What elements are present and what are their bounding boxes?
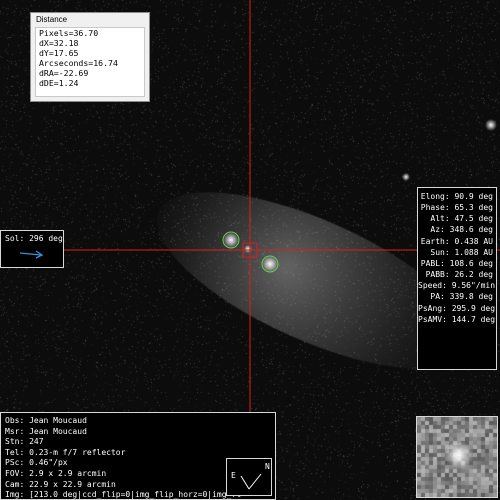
- ephemeris-psamv: PsAMV: 144.7 deg: [418, 314, 496, 324]
- sol-direction-panel: Sol: 296 deg: [0, 230, 64, 268]
- orientation-compass: E N: [226, 458, 272, 496]
- ephemeris-az: Az: 348.6 deg: [430, 225, 493, 235]
- compass-east-label: E: [231, 471, 236, 480]
- compass-north-label: N: [265, 462, 270, 471]
- telescope-line: Tel: 0.23-m f/7 reflector: [5, 447, 126, 457]
- observer-line: Obs: Jean Moucaud: [5, 416, 87, 425]
- ephemeris-elong: Elong: 90.9 deg: [420, 192, 493, 201]
- ephemeris-sun: Sun: 1.088 AU: [430, 247, 493, 257]
- distance-window-title: Distance: [36, 15, 68, 24]
- station-line: Stn: 247: [5, 437, 44, 447]
- ephemeris-earth: Earth: 0.438 AU: [420, 236, 493, 246]
- ephemeris-speed: Speed: 9.56"/min: [418, 281, 496, 291]
- measure-point-a-marker[interactable]: [222, 231, 240, 249]
- ephemeris-pabb: PABB: 26.2 deg: [425, 270, 493, 280]
- distance-window[interactable]: Distance Pixels=36.70 dX=32.18 dY=17.65 …: [30, 12, 150, 102]
- distance-readout: Pixels=36.70 dX=32.18 dY=17.65 Arcsecond…: [35, 27, 145, 97]
- distance-line-dde: dDE=1.24: [39, 77, 79, 88]
- ephemeris-pabl: PABL: 108.6 deg: [420, 258, 493, 268]
- target-zoom-thumbnail[interactable]: [416, 416, 498, 498]
- ephemeris-pa: PA: 339.8 deg: [430, 292, 493, 302]
- target-zoom-image: [417, 417, 497, 497]
- ephemeris-phase: Phase: 65.3 deg: [420, 203, 493, 213]
- ephemeris-psang: PsAng: 295.9 deg: [418, 303, 496, 313]
- measurer-line: Msr: Jean Moucaud: [5, 426, 87, 436]
- ephemeris-panel: Elong: 90.9 deg Phase: 65.3 deg Alt: 47.…: [417, 187, 497, 370]
- sol-label: Sol: 296 deg: [5, 234, 63, 243]
- sun-direction-arrow-icon: [19, 250, 44, 259]
- measure-point-b-marker[interactable]: [261, 255, 279, 273]
- ephemeris-alt: Alt: 47.5 deg: [430, 214, 493, 224]
